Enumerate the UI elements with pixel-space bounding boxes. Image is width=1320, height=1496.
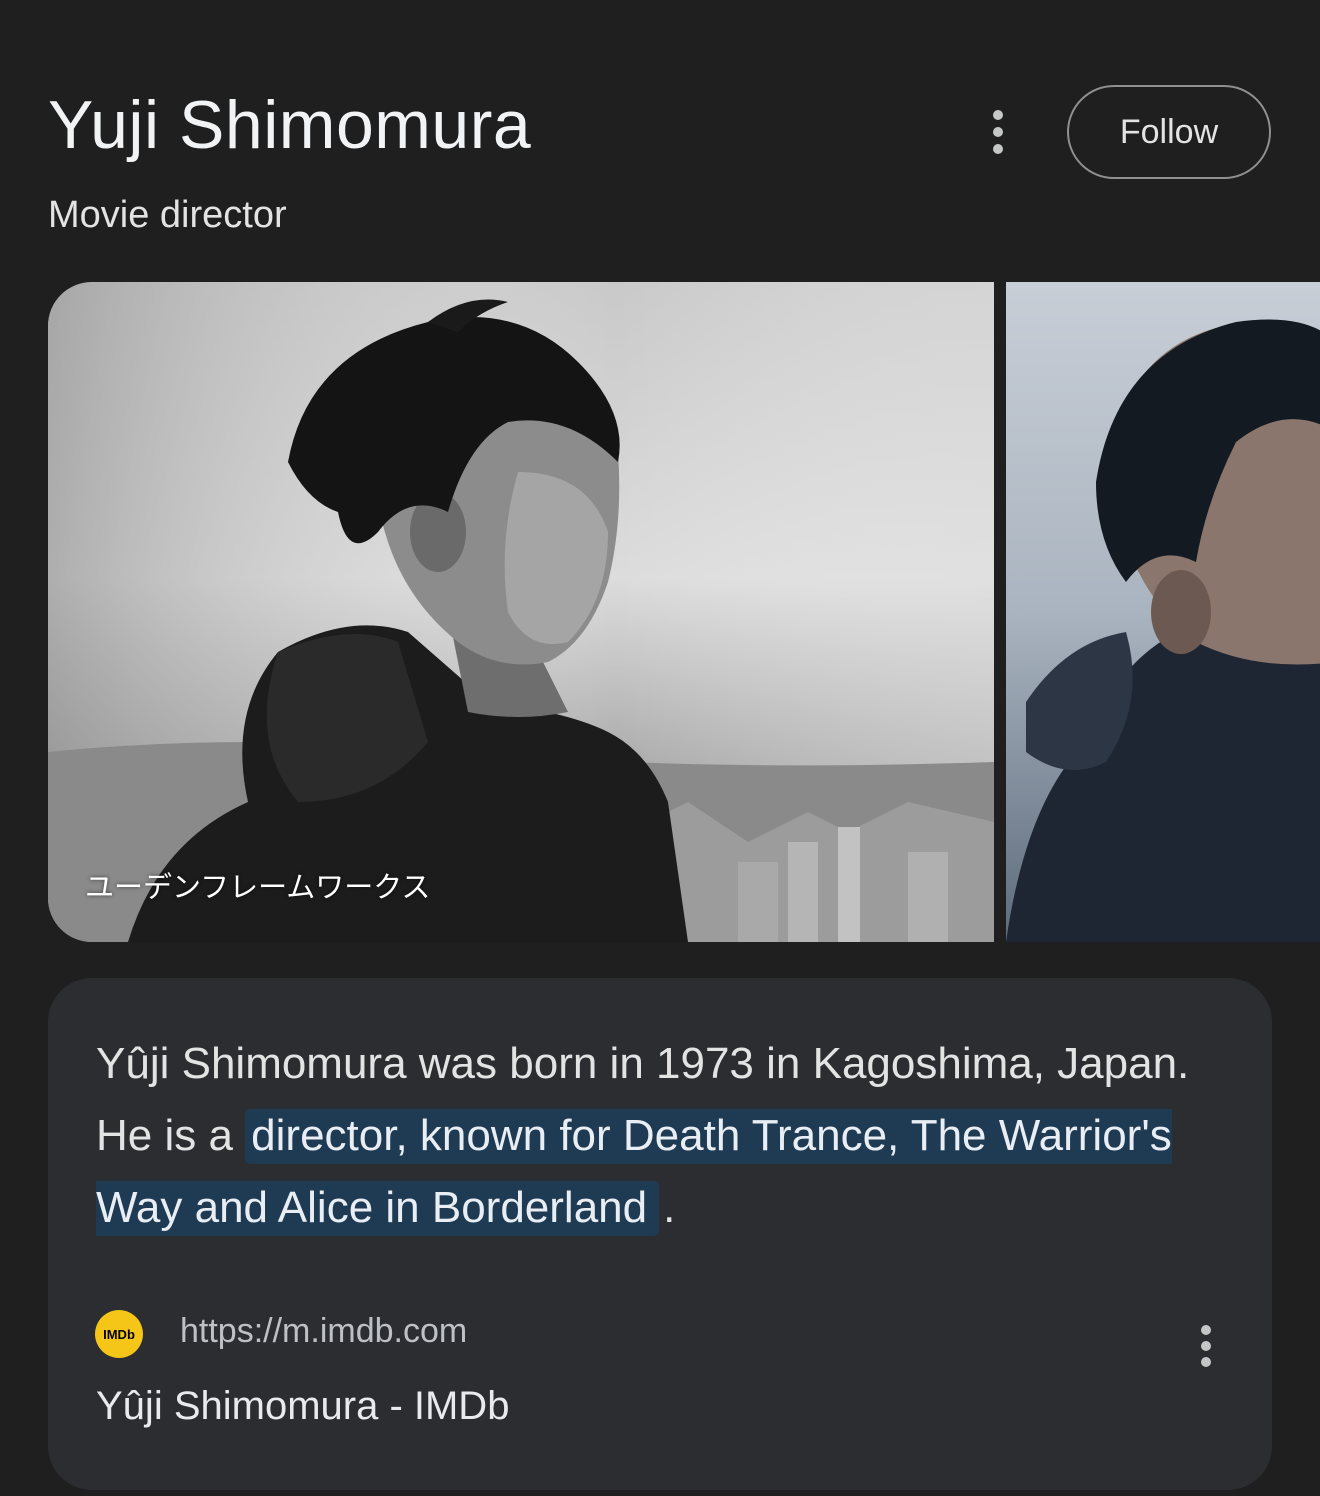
description-text: Yûji Shimomura was born in 1973 in Kagos… (96, 1028, 1206, 1244)
description-text-after: . (663, 1183, 676, 1232)
more-vert-icon-dot (1201, 1341, 1211, 1351)
image-carousel[interactable]: ユーデンフレームワークス (48, 282, 1320, 942)
imdb-logo-icon[interactable]: IMDb (95, 1310, 143, 1358)
more-options-button[interactable] (978, 108, 1018, 156)
entity-subtitle: Movie director (48, 194, 287, 236)
source-url[interactable]: https://m.imdb.com (180, 1312, 467, 1351)
portrait-image-main[interactable]: ユーデンフレームワークス (48, 282, 994, 942)
entity-title: Yuji Shimomura (48, 87, 532, 163)
portrait-photo-color (1006, 282, 1320, 942)
description-card: Yûji Shimomura was born in 1973 in Kagos… (48, 978, 1272, 1490)
follow-button[interactable]: Follow (1067, 85, 1271, 179)
more-vert-icon (1201, 1325, 1211, 1335)
description-highlight[interactable]: director, known for Death Trance, The Wa… (96, 1109, 1172, 1236)
source-title-link[interactable]: Yûji Shimomura - IMDb (96, 1384, 509, 1429)
portrait-image-secondary[interactable] (1006, 282, 1320, 942)
source-more-options-button[interactable] (1188, 1322, 1224, 1370)
more-vert-icon-dot (1201, 1357, 1211, 1367)
more-vert-icon-dot (993, 144, 1003, 154)
portrait-photo-grayscale (48, 282, 994, 942)
entity-header: Yuji Shimomura Movie director Follow (0, 0, 1320, 280)
image-caption: ユーデンフレームワークス (85, 870, 431, 904)
more-vert-icon-dot (993, 127, 1003, 137)
more-vert-icon (993, 110, 1003, 120)
